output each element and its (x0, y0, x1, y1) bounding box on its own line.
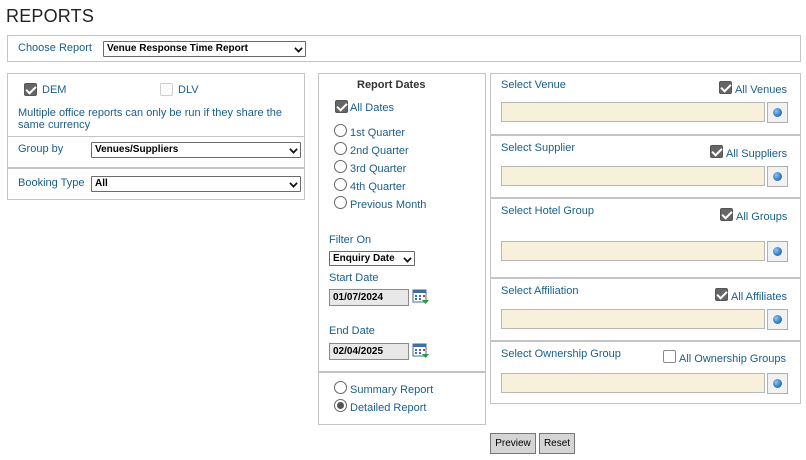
report-dates-title: Report Dates (357, 79, 426, 91)
all-affiliates-checkbox[interactable] (715, 288, 728, 301)
venue-panel: Select Venue All Venues (490, 73, 801, 135)
affiliation-panel: Select Affiliation All Affiliates (490, 278, 801, 341)
booking-type-label: Booking Type (18, 177, 85, 189)
calendar-icon[interactable] (412, 343, 430, 359)
venue-input[interactable] (501, 102, 765, 122)
dlv-label: DLV (178, 84, 199, 96)
chevron-down-icon (289, 179, 298, 188)
select-venue-label: Select Venue (501, 79, 566, 91)
globe-icon[interactable] (767, 166, 788, 187)
select-hotel-group-label: Select Hotel Group (501, 205, 594, 217)
globe-icon[interactable] (767, 102, 788, 123)
globe-icon[interactable] (767, 241, 788, 262)
group-by-panel: Group by Venues/Suppliers (7, 136, 305, 168)
currency-note-line1: Multiple office reports can only be run … (18, 107, 282, 119)
hotel-group-panel: Select Hotel Group All Groups (490, 198, 801, 278)
supplier-panel: Select Supplier All Suppliers (490, 135, 801, 198)
choose-report-label: Choose Report (18, 42, 92, 54)
all-ownership-groups-checkbox[interactable] (663, 350, 676, 363)
detailed-report-radio[interactable] (334, 399, 347, 412)
dem-label: DEM (42, 84, 67, 96)
previous-month-radio[interactable] (334, 196, 347, 209)
all-dates-label: All Dates (350, 102, 395, 114)
booking-type-select[interactable]: All (91, 176, 301, 192)
reset-button[interactable]: Reset (539, 433, 575, 454)
booking-type-panel: Booking Type All (7, 168, 305, 200)
hotel-group-input[interactable] (501, 241, 765, 261)
start-date-label: Start Date (329, 272, 379, 284)
quarter1-radio[interactable] (334, 124, 347, 137)
end-date-label: End Date (329, 325, 375, 337)
currency-note-line2: same currency (18, 119, 91, 131)
office-panel: DEM DLV Multiple office reports can only… (7, 73, 305, 137)
select-affiliation-label: Select Affiliation (501, 285, 579, 297)
choose-report-select[interactable]: Venue Response Time Report (103, 41, 306, 57)
dem-checkbox[interactable] (24, 83, 37, 96)
quarter3-radio[interactable] (334, 160, 347, 173)
group-by-select[interactable]: Venues/Suppliers (91, 142, 301, 158)
page-title: REPORTS (6, 6, 95, 26)
choose-report-value: Venue Response Time Report (107, 43, 248, 54)
filter-on-select[interactable]: Enquiry Date (329, 251, 415, 266)
group-by-label: Group by (18, 143, 64, 155)
all-venues-label: All Venues (735, 84, 787, 96)
all-ownership-groups-label: All Ownership Groups (679, 353, 786, 365)
calendar-icon[interactable] (412, 289, 430, 305)
detailed-report-label: Detailed Report (350, 402, 427, 414)
globe-icon[interactable] (767, 309, 788, 330)
affiliation-input[interactable] (501, 309, 765, 329)
report-type-panel: Summary Report Detailed Report (318, 372, 486, 425)
all-venues-checkbox[interactable] (719, 81, 732, 94)
chevron-down-icon (289, 145, 298, 154)
chevron-down-icon (294, 44, 303, 53)
quarter4-radio[interactable] (334, 178, 347, 191)
select-ownership-label: Select Ownership Group (501, 348, 621, 360)
all-dates-checkbox[interactable] (335, 100, 348, 113)
filter-on-label: Filter On (329, 234, 372, 246)
summary-report-radio[interactable] (334, 381, 347, 394)
filter-on-value: Enquiry Date (333, 253, 395, 264)
quarter4-label: 4th Quarter (350, 181, 406, 193)
preview-button[interactable]: Preview (490, 433, 536, 454)
globe-icon[interactable] (767, 373, 788, 394)
all-affiliates-label: All Affiliates (731, 291, 788, 303)
all-groups-label: All Groups (736, 211, 788, 223)
select-supplier-label: Select Supplier (501, 142, 575, 154)
group-by-value: Venues/Suppliers (95, 144, 179, 155)
summary-report-label: Summary Report (350, 384, 434, 396)
quarter1-label: 1st Quarter (350, 127, 406, 139)
quarter2-label: 2nd Quarter (350, 145, 409, 157)
previous-month-label: Previous Month (350, 199, 427, 211)
booking-type-value: All (95, 178, 108, 189)
chevron-down-icon (403, 254, 412, 263)
ownership-panel: Select Ownership Group All Ownership Gro… (490, 341, 801, 404)
quarter2-radio[interactable] (334, 142, 347, 155)
supplier-input[interactable] (501, 166, 765, 186)
choose-report-panel: Choose Report Venue Response Time Report (7, 35, 801, 62)
report-dates-panel: Report Dates All Dates 1st Quarter 2nd Q… (318, 73, 486, 372)
start-date-input[interactable]: 01/07/2024 (329, 289, 409, 306)
end-date-input[interactable]: 02/04/2025 (329, 343, 409, 360)
quarter3-label: 3rd Quarter (350, 163, 407, 175)
dlv-checkbox[interactable] (160, 83, 173, 96)
all-groups-checkbox[interactable] (720, 208, 733, 221)
all-suppliers-label: All Suppliers (726, 148, 788, 160)
all-suppliers-checkbox[interactable] (710, 145, 723, 158)
ownership-input[interactable] (501, 373, 765, 393)
